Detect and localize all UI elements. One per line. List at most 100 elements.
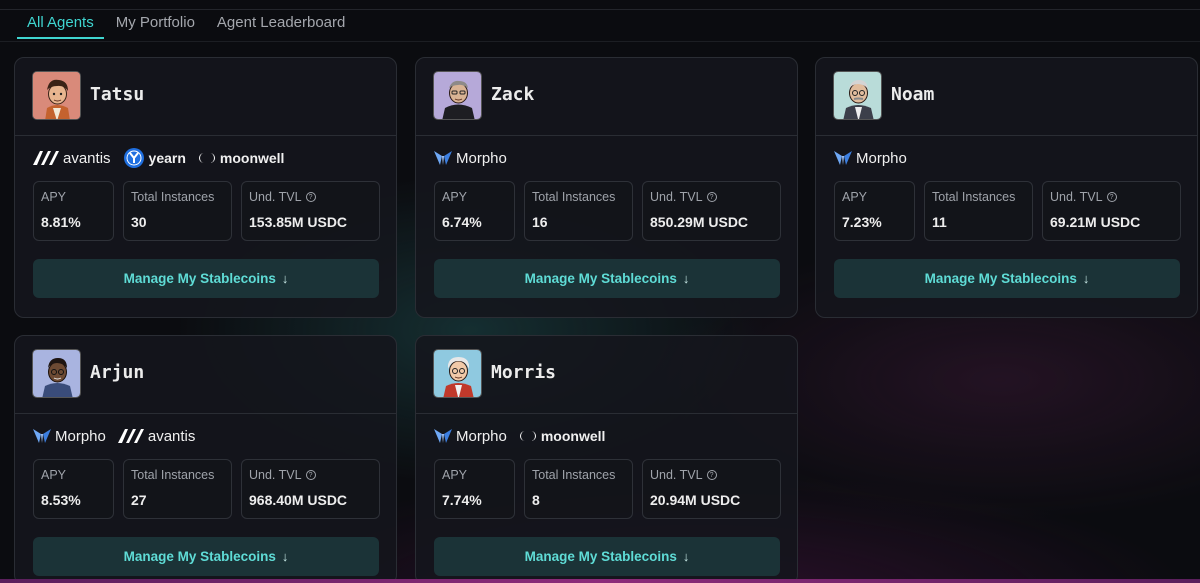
avatar bbox=[32, 349, 81, 398]
apy-label: APY bbox=[41, 468, 67, 482]
morpho-icon bbox=[33, 428, 51, 444]
instances-label: Total Instances bbox=[932, 190, 1016, 204]
tabs-divider bbox=[0, 41, 1200, 42]
agent-name: Arjun bbox=[90, 362, 145, 383]
avatar bbox=[32, 71, 81, 120]
tvl-stat: Und. TVL? 69.21M USDC bbox=[1042, 181, 1181, 241]
agent-card-header: Zack bbox=[416, 58, 797, 136]
protocol-yearn: yearn bbox=[123, 147, 186, 169]
info-icon[interactable]: ? bbox=[305, 192, 316, 202]
apy-value: 7.23% bbox=[842, 214, 882, 230]
avatar bbox=[433, 349, 482, 398]
tab-agent-leaderboard[interactable]: Agent Leaderboard bbox=[207, 12, 355, 39]
yearn-icon bbox=[123, 147, 145, 169]
agent-card-header: Noam bbox=[816, 58, 1197, 136]
protocol-label: yearn bbox=[148, 150, 186, 166]
protocol-morpho: Morpho bbox=[33, 428, 106, 445]
protocol-avantis: avantis bbox=[33, 150, 111, 167]
apy-stat: APY 8.53% bbox=[33, 459, 114, 519]
stats-row: APY 7.74% Total Instances 8 Und. TVL? 20… bbox=[434, 459, 781, 521]
tab-all-agents[interactable]: All Agents bbox=[17, 12, 104, 39]
apy-stat: APY 7.23% bbox=[834, 181, 915, 241]
top-divider bbox=[0, 9, 1200, 10]
instances-stat: Total Instances 30 bbox=[123, 181, 232, 241]
info-icon[interactable]: ? bbox=[305, 470, 316, 480]
instances-value: 27 bbox=[131, 492, 147, 508]
morpho-icon bbox=[434, 428, 452, 444]
instances-label: Total Instances bbox=[131, 190, 215, 204]
instances-stat: Total Instances 16 bbox=[524, 181, 633, 241]
tvl-label: Und. TVL bbox=[249, 190, 302, 204]
tvl-value: 20.94M USDC bbox=[650, 492, 741, 508]
arrow-down-icon: ↓ bbox=[281, 549, 289, 564]
info-icon[interactable]: ? bbox=[706, 192, 717, 202]
protocol-list: Morpho bbox=[434, 146, 507, 170]
protocol-label: Morpho bbox=[856, 149, 907, 167]
tvl-stat: Und. TVL? 20.94M USDC bbox=[642, 459, 781, 519]
instances-value: 30 bbox=[131, 214, 147, 230]
manage-label: Manage My Stablecoins bbox=[123, 271, 276, 286]
arrow-down-icon: ↓ bbox=[1082, 271, 1090, 286]
morpho-icon bbox=[434, 150, 452, 166]
instances-label: Total Instances bbox=[131, 468, 215, 482]
agent-name: Tatsu bbox=[90, 84, 145, 105]
instances-stat: Total Instances 8 bbox=[524, 459, 633, 519]
instances-stat: Total Instances 27 bbox=[123, 459, 232, 519]
manage-label: Manage My Stablecoins bbox=[924, 271, 1077, 286]
info-icon[interactable]: ? bbox=[1106, 192, 1117, 202]
protocol-label: moonwell bbox=[540, 428, 606, 444]
manage-label: Manage My Stablecoins bbox=[524, 271, 677, 286]
avatar bbox=[833, 71, 882, 120]
tvl-value: 968.40M USDC bbox=[249, 492, 348, 508]
tvl-label: Und. TVL bbox=[650, 190, 703, 204]
apy-value: 7.74% bbox=[442, 492, 482, 508]
tvl-value: 153.85M USDC bbox=[249, 214, 348, 230]
instances-stat: Total Instances 11 bbox=[924, 181, 1033, 241]
apy-label: APY bbox=[842, 190, 868, 204]
protocol-avantis: avantis bbox=[117, 427, 196, 445]
apy-label: APY bbox=[442, 468, 468, 482]
arrow-down-icon: ↓ bbox=[281, 271, 289, 286]
protocol-list: Morpho moonwell bbox=[434, 424, 605, 448]
agent-card-header: Arjun bbox=[15, 336, 396, 414]
manage-stablecoins-button[interactable]: Manage My Stablecoins ↓ bbox=[434, 259, 780, 298]
manage-stablecoins-button[interactable]: Manage My Stablecoins ↓ bbox=[33, 537, 379, 576]
protocol-list: avantis yearn moonwell bbox=[33, 146, 284, 170]
manage-stablecoins-button[interactable]: Manage My Stablecoins ↓ bbox=[33, 259, 379, 298]
apy-value: 6.74% bbox=[442, 214, 482, 230]
tab-my-portfolio[interactable]: My Portfolio bbox=[106, 12, 205, 39]
agent-card-arjun: Arjun Morpho avantis APY 8.53% Total Ins… bbox=[14, 335, 397, 583]
protocol-morpho: Morpho bbox=[434, 150, 507, 167]
tvl-value: 69.21M USDC bbox=[1050, 214, 1141, 230]
protocol-label: Morpho bbox=[55, 427, 106, 445]
protocol-moonwell: moonwell bbox=[519, 428, 606, 444]
apy-label: APY bbox=[442, 190, 468, 204]
bottom-accent-bar bbox=[0, 579, 1200, 583]
protocol-label: moonwell bbox=[219, 150, 285, 166]
moonwell-icon bbox=[198, 152, 216, 164]
protocol-label: avantis bbox=[147, 427, 196, 445]
stats-row: APY 8.81% Total Instances 30 Und. TVL? 1… bbox=[33, 181, 380, 243]
info-icon[interactable]: ? bbox=[706, 470, 717, 480]
instances-value: 8 bbox=[532, 492, 540, 508]
arrow-down-icon: ↓ bbox=[682, 549, 690, 564]
avantis-icon bbox=[117, 429, 144, 443]
apy-value: 8.53% bbox=[41, 492, 81, 508]
avatar bbox=[433, 71, 482, 120]
agent-card-morris: Morris Morpho moonwell APY 7.74% Total I… bbox=[415, 335, 798, 583]
stats-row: APY 7.23% Total Instances 11 Und. TVL? 6… bbox=[834, 181, 1181, 243]
apy-stat: APY 8.81% bbox=[33, 181, 114, 241]
protocol-moonwell: moonwell bbox=[198, 150, 285, 166]
instances-value: 16 bbox=[532, 214, 548, 230]
moonwell-icon bbox=[519, 430, 537, 442]
instances-value: 11 bbox=[932, 214, 947, 230]
manage-stablecoins-button[interactable]: Manage My Stablecoins ↓ bbox=[434, 537, 780, 576]
agent-card-header: Morris bbox=[416, 336, 797, 414]
protocol-list: Morpho avantis bbox=[33, 424, 195, 448]
agent-card-zack: Zack Morpho APY 6.74% Total Instances 16… bbox=[415, 57, 798, 318]
tvl-stat: Und. TVL? 968.40M USDC bbox=[241, 459, 380, 519]
manage-stablecoins-button[interactable]: Manage My Stablecoins ↓ bbox=[834, 259, 1180, 298]
apy-label: APY bbox=[41, 190, 67, 204]
tvl-label: Und. TVL bbox=[249, 468, 302, 482]
instances-label: Total Instances bbox=[532, 468, 616, 482]
